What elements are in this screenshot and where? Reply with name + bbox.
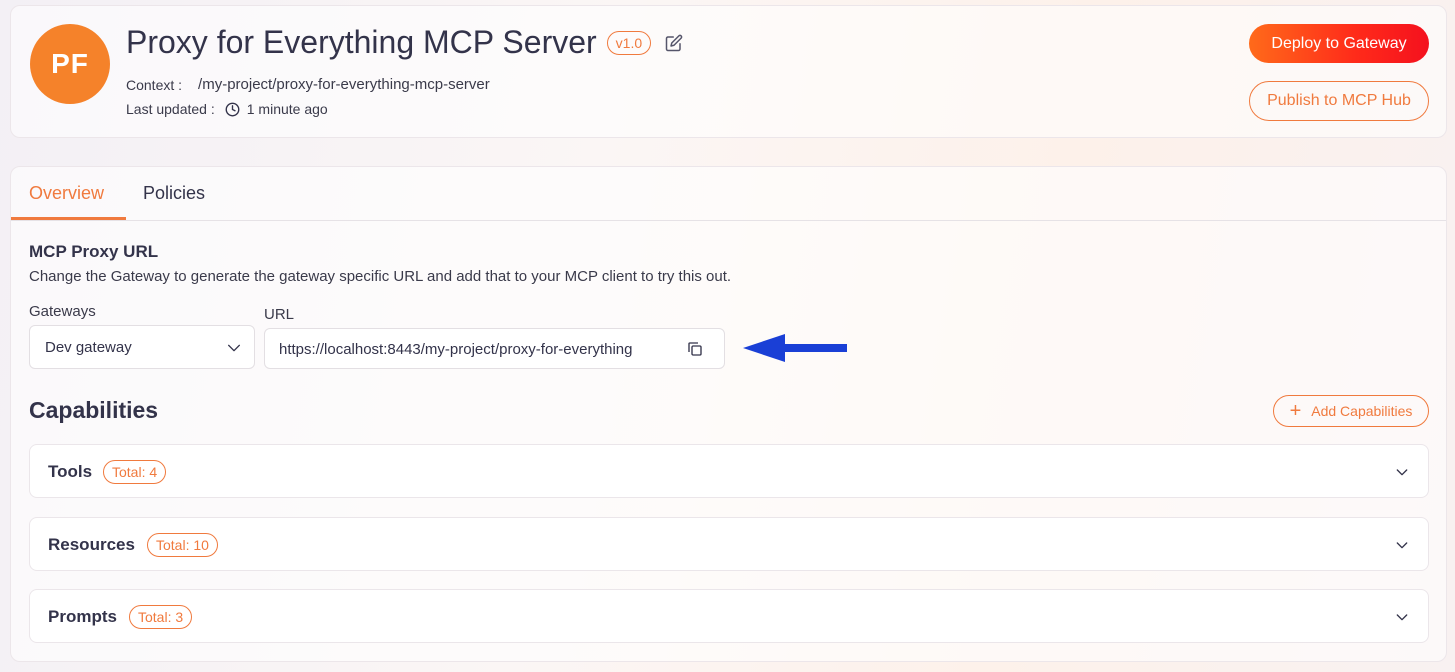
mcp-proxy-url-title: MCP Proxy URL xyxy=(29,242,159,261)
context-label: Context : xyxy=(126,76,183,93)
tab-bar: Overview Policies xyxy=(11,167,1446,221)
url-label: URL xyxy=(264,306,295,323)
active-tab-indicator xyxy=(11,217,126,220)
chevron-down-icon[interactable] xyxy=(1394,464,1410,480)
capability-count-badge: Total: 10 xyxy=(147,533,218,557)
capability-name: Tools xyxy=(48,462,93,481)
tab-policies[interactable]: Policies xyxy=(143,183,205,204)
last-updated-value: 1 minute ago xyxy=(246,101,328,117)
capability-count-badge: Total: 4 xyxy=(103,460,167,484)
plus-icon: + xyxy=(1289,400,1302,422)
context-row: Context : /my-project/proxy-for-everythi… xyxy=(126,76,490,93)
last-updated-label: Last updated : xyxy=(126,101,215,117)
edit-icon[interactable] xyxy=(665,34,683,52)
capabilities-title: Capabilities xyxy=(29,397,159,423)
gateway-select-value: Dev gateway xyxy=(45,339,132,356)
chevron-down-icon[interactable] xyxy=(1394,537,1410,553)
deploy-to-gateway-button[interactable]: Deploy to Gateway xyxy=(1249,24,1429,63)
main-card: Overview Policies MCP Proxy URL Change t… xyxy=(10,166,1447,662)
url-value: https://localhost:8443/my-project/proxy-… xyxy=(279,341,633,358)
publish-to-mcp-hub-button[interactable]: Publish to MCP Hub xyxy=(1249,81,1429,121)
title-row: Proxy for Everything MCP Server v1.0 xyxy=(126,24,683,61)
arrow-annotation-icon xyxy=(743,334,847,362)
last-updated-row: Last updated : 1 minute ago xyxy=(126,101,328,117)
capability-row-prompts[interactable]: Prompts Total: 3 xyxy=(29,589,1429,643)
copy-icon[interactable] xyxy=(686,340,704,358)
gateways-label: Gateways xyxy=(29,303,96,320)
mcp-proxy-url-description: Change the Gateway to generate the gatew… xyxy=(29,268,732,285)
avatar: PF xyxy=(30,24,110,104)
chevron-down-icon xyxy=(226,340,242,356)
tab-overview[interactable]: Overview xyxy=(29,183,104,204)
context-value: /my-project/proxy-for-everything-mcp-ser… xyxy=(198,76,490,93)
add-capabilities-button[interactable]: + Add Capabilities xyxy=(1273,395,1429,427)
url-field[interactable]: https://localhost:8443/my-project/proxy-… xyxy=(264,328,725,369)
gateway-select[interactable]: Dev gateway xyxy=(29,325,255,369)
add-capabilities-label: Add Capabilities xyxy=(1311,403,1413,419)
page-title: Proxy for Everything MCP Server xyxy=(126,24,597,60)
clock-icon xyxy=(225,102,240,117)
capability-row-tools[interactable]: Tools Total: 4 xyxy=(29,444,1429,498)
chevron-down-icon[interactable] xyxy=(1394,609,1410,625)
capability-name: Prompts xyxy=(48,607,117,626)
capability-name: Resources xyxy=(48,535,135,554)
version-badge: v1.0 xyxy=(606,30,652,55)
server-header-card: PF Proxy for Everything MCP Server v1.0 … xyxy=(10,5,1447,138)
capability-count-badge: Total: 3 xyxy=(129,605,193,629)
capability-row-resources[interactable]: Resources Total: 10 xyxy=(29,517,1429,571)
